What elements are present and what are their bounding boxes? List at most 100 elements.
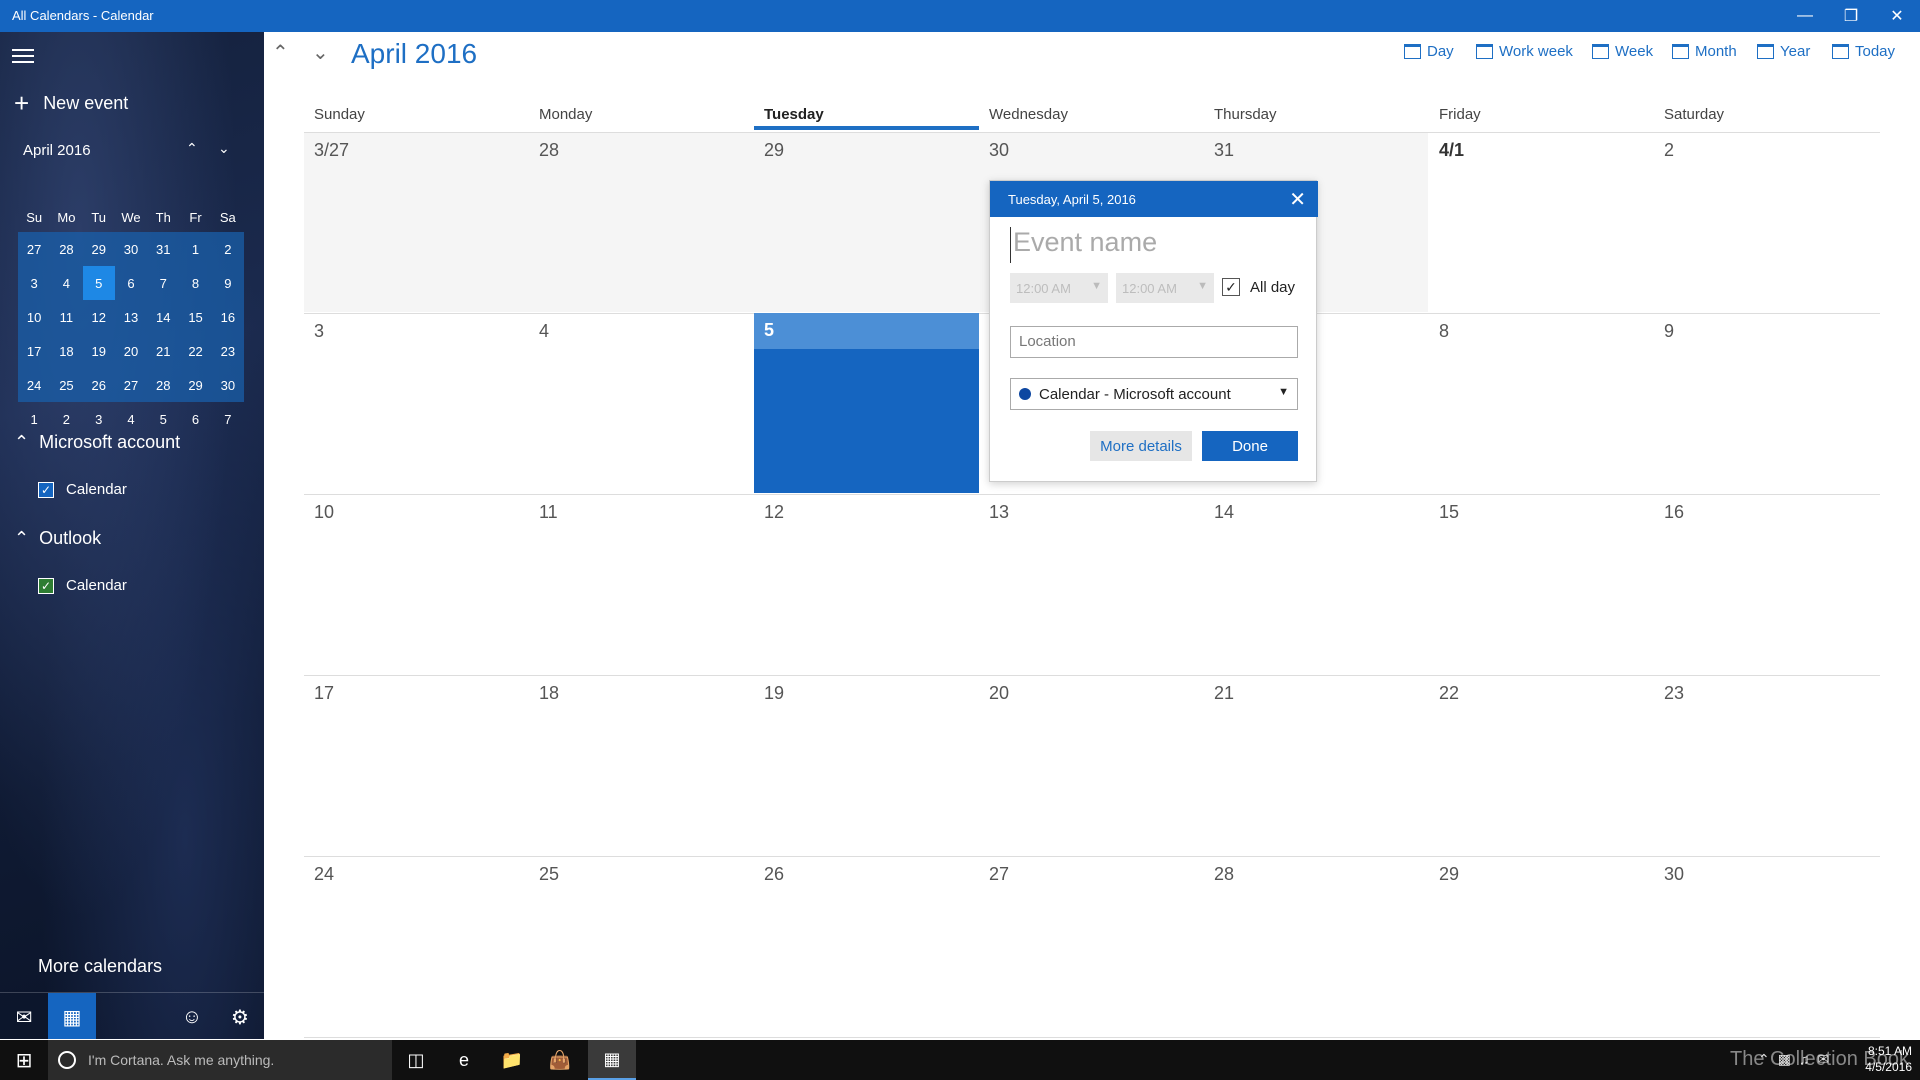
mini-calendar-day[interactable]: 30 <box>211 368 244 402</box>
day-cell-number[interactable]: 19 <box>764 683 784 704</box>
day-cell-number[interactable]: 11 <box>539 502 558 523</box>
day-cell-number[interactable]: 14 <box>1214 502 1234 523</box>
calendar-taskbar-icon[interactable]: ▦ <box>588 1040 636 1080</box>
day-cell-number[interactable]: 30 <box>1664 864 1684 885</box>
day-cell-number[interactable]: 13 <box>989 502 1009 523</box>
mini-calendar-day[interactable]: 3 <box>83 402 115 436</box>
more-calendars-link[interactable]: More calendars <box>38 956 162 977</box>
view-month-button[interactable]: Month <box>1672 43 1737 60</box>
mini-calendar-day[interactable]: 24 <box>18 368 51 402</box>
mini-prev-month-icon[interactable]: ⌃ <box>186 140 198 157</box>
mini-calendar-day[interactable]: 4 <box>50 266 83 300</box>
day-cell-number[interactable]: 3/27 <box>314 140 349 161</box>
view-week-button[interactable]: Week <box>1592 43 1653 60</box>
calendar-select[interactable]: Calendar - Microsoft account ▼ <box>1010 378 1298 410</box>
day-cell-number[interactable]: 28 <box>1214 864 1234 885</box>
day-cell-number[interactable]: 12 <box>764 502 784 523</box>
windows-start-icon[interactable]: ⊞ <box>0 1040 48 1080</box>
mini-calendar-day[interactable]: 5 <box>82 266 115 300</box>
settings-gear-icon[interactable]: ⚙ <box>216 993 264 1039</box>
day-cell-number[interactable]: 21 <box>1214 683 1234 704</box>
checkbox-checked-icon[interactable]: ✓ <box>1222 278 1240 296</box>
new-event-button[interactable]: + New event <box>14 90 128 116</box>
mini-calendar-day[interactable]: 18 <box>50 334 83 368</box>
view-work-week-button[interactable]: Work week <box>1476 43 1573 60</box>
mini-calendar-day[interactable]: 10 <box>18 300 51 334</box>
checkbox-checked-icon[interactable]: ✓ <box>38 577 54 594</box>
day-cell-number[interactable]: 29 <box>764 140 784 161</box>
close-icon[interactable]: ✕ <box>1289 187 1306 212</box>
mini-calendar-day[interactable]: 26 <box>82 368 115 402</box>
view-year-button[interactable]: Year <box>1757 43 1810 60</box>
store-icon[interactable]: 👜 <box>536 1040 584 1080</box>
mini-calendar-day[interactable]: 15 <box>179 300 212 334</box>
mini-calendar-day[interactable]: 28 <box>147 368 180 402</box>
mini-calendar-day[interactable]: 1 <box>18 402 50 436</box>
done-button[interactable]: Done <box>1202 431 1298 461</box>
mini-calendar-day[interactable]: 25 <box>50 368 83 402</box>
day-cell-number[interactable]: 31 <box>1214 140 1234 161</box>
close-window-button[interactable]: ✕ <box>1874 0 1920 32</box>
day-cell-number[interactable]: 15 <box>1439 502 1459 523</box>
mini-calendar-day[interactable]: 21 <box>147 334 180 368</box>
mini-calendar-day[interactable]: 1 <box>179 232 212 266</box>
mini-calendar-day[interactable]: 20 <box>114 334 148 368</box>
checkbox-checked-icon[interactable]: ✓ <box>38 481 54 498</box>
mini-calendar-day[interactable]: 7 <box>147 266 180 300</box>
mini-calendar-day[interactable]: 14 <box>147 300 180 334</box>
day-cell-number[interactable]: 30 <box>989 140 1009 161</box>
mini-calendar-day[interactable]: 29 <box>179 368 212 402</box>
today-button[interactable]: Today <box>1832 43 1895 60</box>
day-cell-number[interactable]: 3 <box>314 321 324 342</box>
mini-calendar-day[interactable]: 2 <box>211 232 244 266</box>
mini-next-month-icon[interactable]: ⌄ <box>218 140 230 157</box>
location-input[interactable]: Location <box>1010 326 1298 358</box>
mini-calendar-day[interactable]: 17 <box>18 334 51 368</box>
mini-calendar-day[interactable]: 28 <box>50 232 83 266</box>
day-cell-number[interactable]: 8 <box>1439 321 1449 342</box>
mini-calendar-day[interactable]: 23 <box>211 334 244 368</box>
day-cell-number[interactable]: 17 <box>314 683 334 704</box>
day-cell-number[interactable]: 18 <box>539 683 559 704</box>
day-cell-number[interactable]: 9 <box>1664 321 1674 342</box>
end-time-select[interactable]: 12:00 AM ▼ <box>1116 273 1214 303</box>
calendar-item-outlook[interactable]: ✓ Calendar <box>38 577 127 594</box>
mini-calendar-day[interactable]: 4 <box>115 402 147 436</box>
mini-calendar-day[interactable]: 3 <box>18 266 51 300</box>
day-cell-number[interactable]: 16 <box>1664 502 1684 523</box>
mini-calendar-day[interactable]: 29 <box>82 232 115 266</box>
mini-calendar-day[interactable]: 16 <box>211 300 244 334</box>
system-tray-icons[interactable]: ⌃▩♫✉ <box>1758 1051 1837 1068</box>
event-name-input[interactable]: Event name <box>1010 227 1300 263</box>
file-explorer-icon[interactable]: 📁 <box>488 1040 536 1080</box>
edge-browser-icon[interactable]: e <box>440 1040 488 1080</box>
mini-calendar-day[interactable]: 12 <box>82 300 115 334</box>
mini-calendar-day[interactable]: 9 <box>211 266 244 300</box>
all-day-toggle[interactable]: ✓ All day <box>1222 278 1295 296</box>
day-cell-number[interactable]: 10 <box>314 502 334 523</box>
day-cell-number[interactable]: 4/1 <box>1439 140 1464 161</box>
feedback-smiley-icon[interactable]: ☺ <box>168 993 216 1039</box>
mail-icon[interactable]: ✉ <box>0 993 48 1039</box>
day-cell-number[interactable]: 22 <box>1439 683 1459 704</box>
day-cell-number[interactable]: 27 <box>989 864 1009 885</box>
mini-calendar-day[interactable]: 13 <box>114 300 148 334</box>
clock[interactable]: 8:51 AM 4/5/2016 <box>1856 1043 1912 1075</box>
prev-month-icon[interactable]: ⌃ <box>272 40 289 65</box>
day-cell-number[interactable]: 28 <box>539 140 559 161</box>
day-cell-number[interactable]: 29 <box>1439 864 1459 885</box>
mini-calendar-day[interactable]: 2 <box>50 402 82 436</box>
day-cell-number[interactable]: 24 <box>314 864 334 885</box>
calendar-item-microsoft[interactable]: ✓ Calendar <box>38 481 127 498</box>
mini-calendar-day[interactable]: 22 <box>179 334 212 368</box>
mini-calendar-day[interactable]: 27 <box>18 232 51 266</box>
group-outlook[interactable]: ⌃ Outlook <box>14 528 101 549</box>
day-cell-number[interactable]: 2 <box>1664 140 1674 161</box>
restore-button[interactable]: ❐ <box>1828 0 1874 32</box>
day-cell-number[interactable]: 20 <box>989 683 1009 704</box>
mini-calendar-day[interactable]: 7 <box>212 402 244 436</box>
mini-calendar-day[interactable]: 19 <box>82 334 115 368</box>
minimize-button[interactable]: — <box>1782 0 1828 32</box>
day-cell-number[interactable]: 25 <box>539 864 559 885</box>
mini-calendar-day[interactable]: 8 <box>179 266 212 300</box>
